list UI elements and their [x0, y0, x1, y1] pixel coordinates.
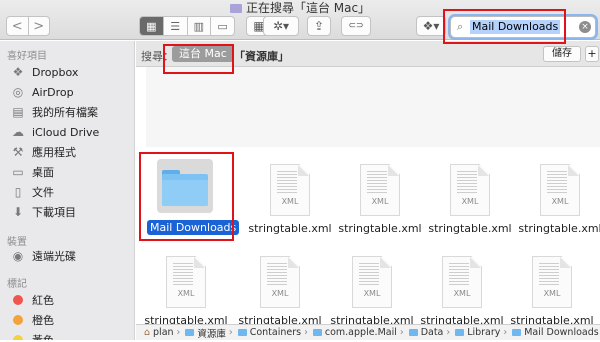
- window-title-text: 正在搜尋「這台 Mac」: [245, 1, 371, 15]
- result-item-name: stringtable.xml: [428, 222, 512, 235]
- share-button[interactable]: ⇪: [307, 16, 331, 36]
- xml-file-icon: XML: [270, 164, 310, 216]
- path-segment[interactable]: com.apple.Mail: [325, 327, 397, 338]
- preview-area: [146, 67, 600, 147]
- result-item-name: stringtable.xml: [518, 222, 600, 235]
- yellow-tag-icon: [13, 335, 23, 340]
- dropbox-icon: ❖: [12, 65, 24, 79]
- cloud-icon: ☁: [12, 125, 24, 139]
- back-button[interactable]: <: [7, 17, 28, 35]
- sidebar-item-label: 黃色: [32, 332, 54, 340]
- save-search-button[interactable]: 儲存: [543, 46, 581, 62]
- clear-search-icon[interactable]: ×: [579, 21, 591, 33]
- sidebar-item-airdrop[interactable]: ◎ AirDrop: [10, 83, 74, 101]
- xml-file-icon: XML: [352, 256, 392, 308]
- sidebar-item-tag-yellow[interactable]: 黃色: [10, 331, 54, 340]
- applications-icon: ⚒: [12, 145, 24, 159]
- folder-icon: [237, 329, 247, 336]
- sidebar-item-downloads[interactable]: ⬇ 下載項目: [10, 203, 76, 221]
- xml-file-icon: XML: [450, 164, 490, 216]
- sidebar-item-dropbox[interactable]: ❖ Dropbox: [10, 63, 79, 81]
- documents-icon: ▯: [14, 185, 22, 199]
- sidebar-item-all-files[interactable]: ▤ 我的所有檔案: [10, 103, 98, 121]
- sidebar: 喜好項目 ❖ Dropbox ◎ AirDrop ▤ 我的所有檔案 ☁ iCloud D…: [0, 41, 135, 340]
- path-segment[interactable]: Containers: [250, 327, 301, 338]
- action-gear-button[interactable]: ✲▾: [263, 16, 299, 36]
- sidebar-item-label: 紅色: [32, 294, 54, 307]
- path-segment[interactable]: Data: [421, 327, 444, 338]
- view-mode-group: ▦ ☰ ▥ ▭: [139, 16, 235, 36]
- sidebar-item-label: 橙色: [32, 314, 54, 327]
- result-item-name: stringtable.xml: [338, 222, 422, 235]
- sidebar-item-label: 我的所有檔案: [32, 106, 98, 119]
- result-item[interactable]: XML stringtable.xml: [334, 160, 426, 250]
- folder-icon: [312, 329, 322, 336]
- xml-file-icon: XML: [532, 256, 572, 308]
- xml-file-icon: XML: [260, 256, 300, 308]
- result-item[interactable]: XML stringtable.xml: [514, 160, 600, 250]
- folder-icon: [408, 329, 418, 336]
- finder-window: 正在搜尋「這台 Mac」 < > ▦ ☰ ▥ ▭ ▦▾ ✲▾ ⇪ ⊂⊃ ❖▾ ⌕…: [0, 0, 600, 340]
- column-view-button[interactable]: ▥: [186, 17, 211, 35]
- add-criteria-button[interactable]: +: [585, 46, 599, 62]
- sidebar-item-label: 應用程式: [32, 146, 76, 159]
- result-item-name: stringtable.xml: [248, 222, 332, 235]
- sidebar-item-remote-disc[interactable]: ◉ 遠端光碟: [10, 247, 76, 265]
- sidebar-item-documents[interactable]: ▯ 文件: [10, 183, 54, 201]
- path-segment[interactable]: plan: [153, 327, 174, 338]
- result-item[interactable]: XML stringtable.xml: [244, 160, 336, 250]
- dropbox-icon: ❖▾: [422, 19, 440, 33]
- path-segment[interactable]: Mail Downloads: [524, 327, 599, 338]
- sidebar-item-label: AirDrop: [32, 85, 74, 99]
- sidebar-item-label: iCloud Drive: [32, 125, 100, 139]
- gallery-view-button[interactable]: ▭: [210, 17, 234, 35]
- home-icon: ⌂: [144, 327, 151, 338]
- sidebar-item-tag-red[interactable]: 紅色: [10, 291, 54, 309]
- tag-button[interactable]: ⊂⊃: [341, 16, 371, 36]
- folder-icon: [512, 329, 522, 336]
- sidebar-section-tags: 標記: [7, 279, 27, 290]
- path-segment[interactable]: Library: [467, 327, 500, 338]
- dropbox-button[interactable]: ❖▾: [416, 16, 446, 36]
- annotation-box-folder: [139, 152, 234, 241]
- annotation-box-search: [443, 9, 566, 44]
- sidebar-item-applications[interactable]: ⚒ 應用程式: [10, 143, 76, 161]
- result-item[interactable]: XML stringtable.xml: [424, 160, 516, 250]
- icon-view-button[interactable]: ▦: [140, 17, 163, 35]
- folder-icon: [185, 329, 195, 336]
- sidebar-item-label: 下載項目: [32, 206, 76, 219]
- sidebar-item-desktop[interactable]: ▭ 桌面: [10, 163, 54, 181]
- share-icon: ⇪: [313, 19, 325, 33]
- red-tag-icon: [13, 295, 23, 305]
- forward-button[interactable]: >: [27, 17, 50, 35]
- search-folder-icon: [229, 4, 242, 13]
- path-segment[interactable]: 資源庫: [197, 326, 226, 340]
- annotation-box-scope: [163, 44, 234, 74]
- xml-file-icon: XML: [166, 256, 206, 308]
- path-bar: ⌂ plan › 資源庫 › Containers › com.apple.Ma…: [136, 324, 600, 340]
- sidebar-item-label: 遠端光碟: [32, 250, 76, 263]
- sidebar-item-label: 文件: [32, 186, 54, 199]
- sidebar-item-icloud[interactable]: ☁ iCloud Drive: [10, 123, 99, 141]
- folder-icon: [455, 329, 465, 336]
- sidebar-item-tag-orange[interactable]: 橙色: [10, 311, 54, 329]
- xml-file-icon: XML: [442, 256, 482, 308]
- scope-library-button[interactable]: 「資源庫」: [234, 48, 289, 64]
- orange-tag-icon: [13, 315, 23, 325]
- sidebar-section-devices: 裝置: [7, 237, 27, 248]
- tag-icon: ⊂⊃: [348, 21, 364, 31]
- list-view-button[interactable]: ☰: [162, 17, 187, 35]
- airdrop-icon: ◎: [12, 85, 24, 99]
- desktop-icon: ▭: [12, 165, 24, 179]
- xml-file-icon: XML: [360, 164, 400, 216]
- nav-buttons: < >: [6, 16, 50, 36]
- sidebar-section-favorites: 喜好項目: [7, 51, 47, 62]
- disc-icon: ◉: [12, 249, 24, 263]
- downloads-icon: ⬇: [12, 205, 24, 219]
- sidebar-item-label: Dropbox: [32, 65, 79, 79]
- all-files-icon: ▤: [12, 105, 24, 119]
- sidebar-item-label: 桌面: [32, 166, 54, 179]
- xml-file-icon: XML: [540, 164, 580, 216]
